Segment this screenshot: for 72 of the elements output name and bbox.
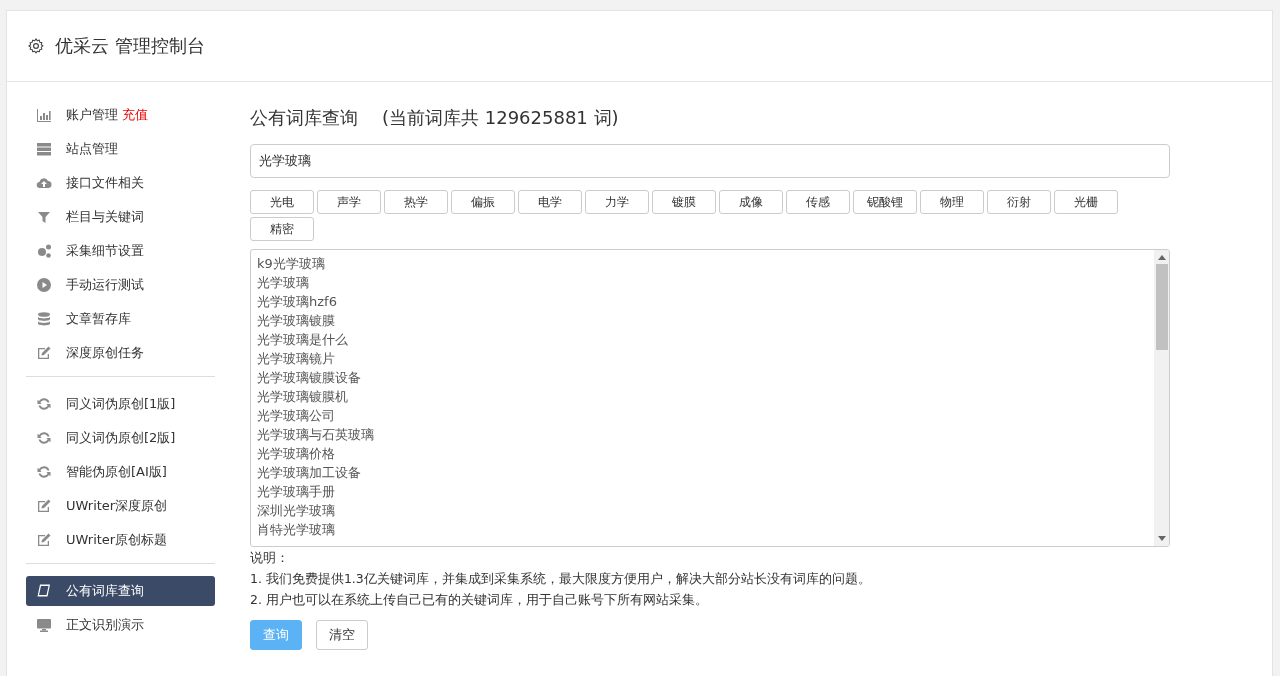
refresh-icon (36, 464, 52, 480)
note-text: 2. 用户也可以在系统上传自己已有的关键词库，用于自己账号下所有网站采集。 (250, 591, 709, 609)
category-tag[interactable]: 热学 (384, 190, 448, 214)
edit-icon (36, 532, 52, 548)
keyword-result: 光学玻璃镜片 (257, 350, 336, 368)
category-tag[interactable]: 力学 (585, 190, 649, 214)
sidebar-item[interactable]: 栏目与关键词 (26, 202, 215, 232)
sidebar-item[interactable]: 采集细节设置 (26, 236, 215, 266)
keyword-result: 光学玻璃 (257, 274, 310, 292)
monitor-icon (36, 617, 52, 633)
scroll-up-icon[interactable] (1157, 254, 1166, 260)
sidebar-item[interactable]: 账户管理 充值 (26, 100, 215, 130)
refresh-icon (36, 396, 52, 412)
keyword-result: 光学玻璃镀膜 (257, 312, 336, 330)
cloud-upload-icon (36, 175, 52, 191)
settings-icon (27, 37, 45, 55)
category-tag[interactable]: 电学 (518, 190, 582, 214)
scrollbar[interactable] (1154, 250, 1169, 546)
sidebar-item[interactable]: UWriter深度原创 (26, 491, 215, 521)
scroll-down-icon[interactable] (1157, 536, 1166, 542)
category-tag[interactable]: 声学 (317, 190, 381, 214)
category-tag[interactable]: 光栅 (1054, 190, 1118, 214)
keyword-result: 光学玻璃镀膜设备 (257, 369, 362, 387)
search-field[interactable]: 光学玻璃 (250, 144, 1170, 178)
keyword-result: k9光学玻璃 (257, 255, 326, 273)
sidebar-item[interactable]: 文章暂存库 (26, 304, 215, 334)
category-tag[interactable]: 铌酸锂 (853, 190, 917, 214)
keyword-result: 光学玻璃是什么 (257, 331, 349, 349)
bar-chart-icon (36, 107, 52, 123)
sidebar-item[interactable]: 深度原创任务 (26, 338, 215, 368)
sidebar-item[interactable]: 手动运行测试 (26, 270, 215, 300)
sidebar-item[interactable]: 接口文件相关 (26, 168, 215, 198)
word-count: (当前词库共 129625881 词) (382, 106, 619, 130)
play-icon (36, 277, 52, 293)
category-tag[interactable]: 衍射 (987, 190, 1051, 214)
results-list[interactable]: k9光学玻璃 光学玻璃 光学玻璃hzf6 光学玻璃镀膜 光学玻璃是什么 光学玻璃镜片 光学玻璃镀膜设备 光学玻璃镀膜机 光学玻璃公司 光学玻璃与石英玻璃 光学玻璃价格 光学玻璃加工设备 光学玻璃手册 深圳光学玻璃 肖特光学玻璃 (250, 249, 1170, 547)
page-title: 公有词库查询 (250, 106, 358, 130)
sidebar-item[interactable]: 智能伪原创[AI版] (26, 457, 215, 487)
keyword-result: 光学玻璃hzf6 (257, 293, 338, 311)
keyword-result: 光学玻璃价格 (257, 445, 336, 463)
scroll-thumb[interactable] (1155, 264, 1168, 350)
sidebar-item[interactable]: UWriter原创标题 (26, 525, 215, 555)
keyword-result: 光学玻璃手册 (257, 483, 336, 501)
sidebar-item[interactable]: 站点管理 (26, 134, 215, 164)
recharge-link[interactable]: 充值 (122, 106, 148, 124)
category-tag[interactable]: 物理 (920, 190, 984, 214)
category-tag[interactable]: 光电 (250, 190, 314, 214)
keyword-result: 光学玻璃与石英玻璃 (257, 426, 375, 444)
keyword-result: 光学玻璃加工设备 (257, 464, 362, 482)
category-tag[interactable]: 精密 (250, 217, 314, 241)
note-text: 1. 我们免费提供1.3亿关键词库，并集成到采集系统，最大限度方便用户，解决大部分站长没有词库的问题。 (250, 570, 872, 588)
sidebar-item[interactable]: 正文识别演示 (26, 610, 215, 640)
keyword-result: 肖特光学玻璃 (257, 521, 336, 539)
edit-icon (36, 345, 52, 361)
filter-icon (36, 209, 52, 225)
database-icon (36, 311, 52, 327)
console-title: 优采云 管理控制台 (55, 34, 205, 58)
edit-icon (36, 498, 52, 514)
keyword-result: 深圳光学玻璃 (257, 502, 336, 520)
clear-button[interactable]: 清空 (316, 620, 368, 650)
keyword-result: 光学玻璃镀膜机 (257, 388, 349, 406)
server-icon (36, 141, 52, 157)
sidebar-item[interactable]: 公有词库查询 (26, 576, 215, 606)
keyword-result: 光学玻璃公司 (257, 407, 336, 425)
category-tag[interactable]: 成像 (719, 190, 783, 214)
category-tag[interactable]: 镀膜 (652, 190, 716, 214)
sidebar-item[interactable]: 同义词伪原创[2版] (26, 423, 215, 453)
category-tag[interactable]: 传感 (786, 190, 850, 214)
notes-heading: 说明： (250, 549, 290, 567)
category-tag[interactable]: 偏振 (451, 190, 515, 214)
refresh-icon (36, 430, 52, 446)
sidebar-item[interactable]: 同义词伪原创[1版] (26, 389, 215, 419)
